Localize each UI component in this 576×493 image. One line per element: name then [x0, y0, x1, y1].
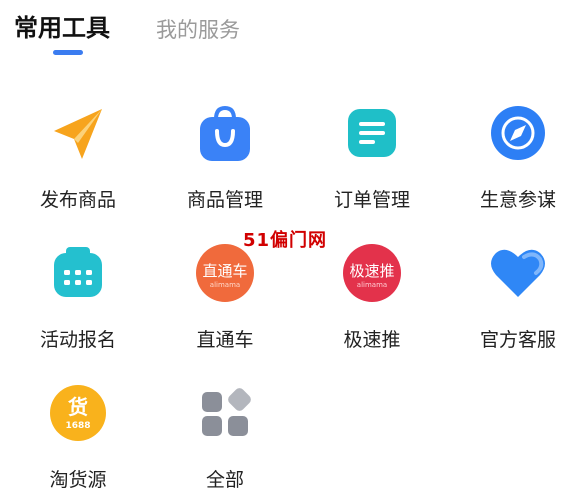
- tool-label: 发布商品: [39, 189, 116, 211]
- badge-text: 货: [68, 395, 88, 419]
- badge-subtext: alimama: [357, 281, 387, 289]
- jisutui-badge-icon: 极速推 alimama: [342, 243, 402, 303]
- calendar-icon: [48, 243, 108, 303]
- paper-plane-icon: [48, 103, 108, 163]
- tool-label: 订单管理: [333, 189, 410, 211]
- tool-label: 直通车: [196, 329, 254, 351]
- tool-label: 生意参谋: [479, 189, 556, 211]
- compass-icon: [488, 103, 548, 163]
- badge-subtext: alimama: [210, 281, 240, 289]
- zhitongche-badge-icon: 直通车 alimama: [195, 243, 255, 303]
- badge-subtext: 1688: [65, 421, 90, 431]
- tab-common-tools[interactable]: 常用工具: [14, 12, 110, 44]
- tool-label: 商品管理: [186, 189, 263, 211]
- taohuoyuan-icon: 货 1688: [48, 383, 108, 443]
- active-tab-indicator: [53, 50, 83, 55]
- badge-text: 直通车: [202, 262, 247, 280]
- tab-my-services[interactable]: 我的服务: [156, 14, 240, 46]
- tool-label: 全部: [205, 469, 244, 491]
- tab-bar: 常用工具 我的服务: [0, 0, 576, 60]
- tool-label: 官方客服: [479, 329, 556, 351]
- badge-text: 极速推: [349, 262, 394, 280]
- tool-label: 淘货源: [49, 469, 107, 491]
- heart-icon: [488, 243, 548, 303]
- tool-label: 活动报名: [39, 329, 116, 351]
- tool-label: 极速推: [343, 329, 401, 351]
- order-list-icon: [342, 103, 402, 163]
- all-apps-grid-icon: [195, 383, 255, 443]
- watermark-text: 51偏门网: [243, 230, 328, 251]
- shopping-bag-icon: [195, 103, 255, 163]
